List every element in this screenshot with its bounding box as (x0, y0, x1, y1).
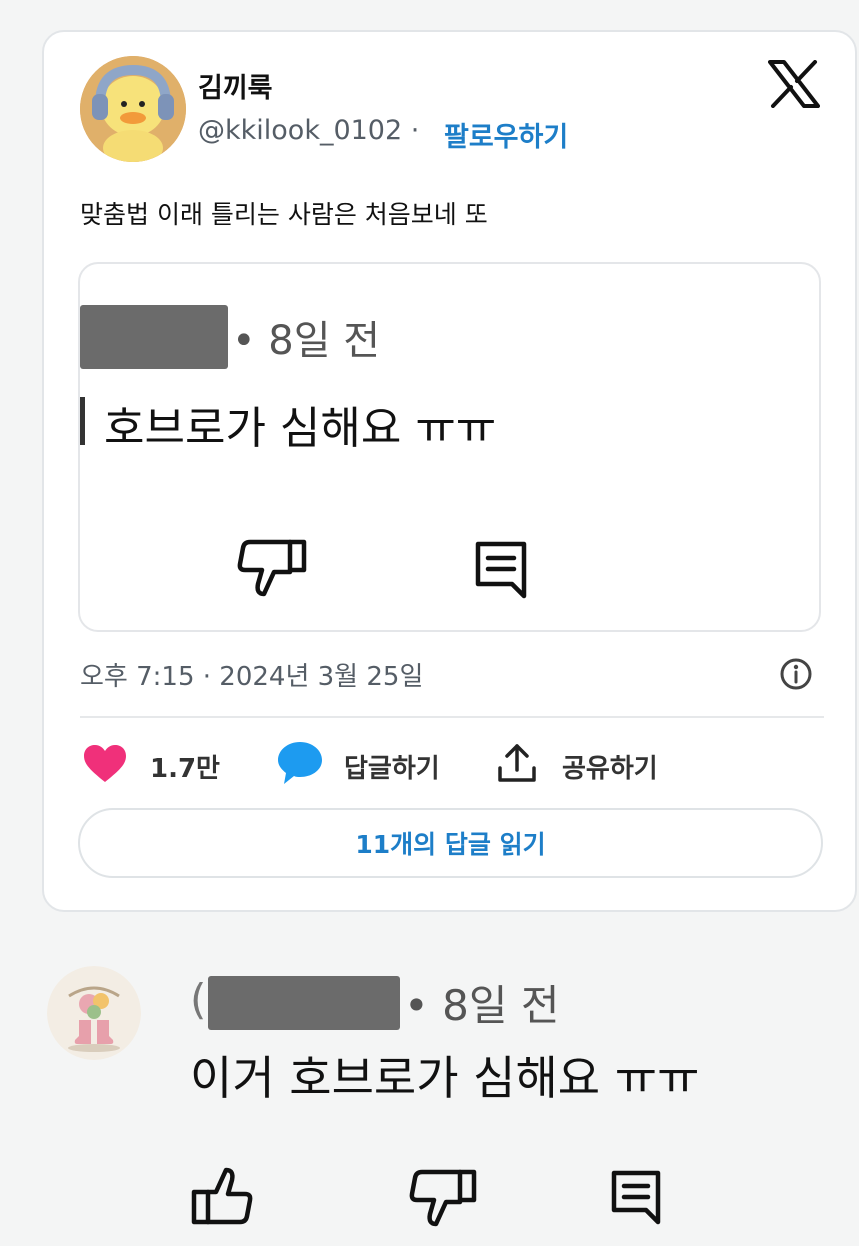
embedded-comment-text: 호브로가 심해요 ㅠㅠ (104, 403, 497, 454)
author-name[interactable]: 김끼룩 (198, 66, 273, 105)
redacted-username (208, 976, 400, 1030)
tweet-timestamp[interactable]: 오후 7:15 · 2024년 3월 25일 (80, 656, 423, 693)
info-icon[interactable] (776, 654, 816, 694)
follow-link[interactable]: 팔로우하기 (444, 115, 568, 154)
comment-time-ago: • 8일 전 (404, 981, 560, 1030)
reply-icon (470, 538, 532, 600)
divider (80, 716, 824, 718)
author-handle[interactable]: @kkilook_0102 · (198, 115, 419, 146)
username-paren: ( (190, 975, 207, 1024)
reply-bubble-icon[interactable] (276, 740, 324, 786)
reply-icon[interactable] (608, 1168, 664, 1226)
share-icon[interactable] (496, 742, 538, 784)
dislike-icon[interactable] (408, 1166, 480, 1228)
commenter-avatar[interactable] (47, 966, 141, 1060)
read-replies-button[interactable]: 11개의 답글 읽기 (78, 808, 823, 878)
embedded-time-ago: • 8일 전 (232, 318, 381, 364)
share-button[interactable]: 공유하기 (562, 748, 658, 785)
like-count[interactable]: 1.7만 (150, 748, 220, 785)
like-icon[interactable] (190, 1166, 254, 1228)
x-logo-icon[interactable] (768, 60, 820, 108)
heart-icon[interactable] (82, 744, 128, 784)
comment-text: 이거 호브로가 심해요 ㅠㅠ (190, 1051, 700, 1105)
text-cursor (80, 397, 85, 445)
redacted-username (80, 305, 228, 369)
reply-button[interactable]: 답글하기 (344, 748, 440, 785)
tweet-text: 맞춤법 이래 틀리는 사람은 처음보네 또 (80, 200, 488, 229)
author-avatar[interactable] (80, 56, 186, 162)
dislike-icon (236, 536, 310, 600)
